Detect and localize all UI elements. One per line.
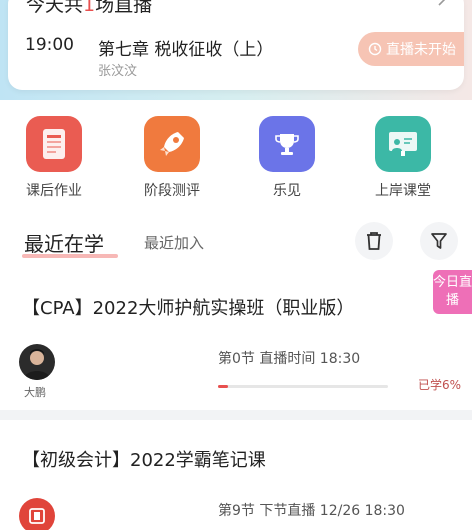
- delete-button[interactable]: [355, 222, 393, 260]
- trash-icon: [367, 232, 381, 250]
- shortcut-label: 乐见: [273, 183, 301, 199]
- course-title[interactable]: 【初级会计】2022学霸笔记课: [22, 446, 266, 472]
- classroom-board-icon: [375, 116, 431, 172]
- chevron-right-icon[interactable]: [436, 0, 448, 6]
- live-status-button[interactable]: 直播未开始: [358, 32, 464, 66]
- shortcut-lejian[interactable]: 乐见: [247, 116, 327, 200]
- clock-icon: [368, 42, 382, 56]
- course-logo-icon: [19, 498, 55, 530]
- course-tabs: 最近在学 最近加入: [0, 222, 472, 262]
- shortcut-grid: 课后作业 阶段测评 乐见 上岸课堂: [0, 116, 472, 206]
- live-count-header: 今天共1场直播: [26, 0, 152, 16]
- study-progress-label: 已学6%: [418, 378, 462, 392]
- live-title[interactable]: 第七章 税收征收（上）: [98, 35, 273, 60]
- filter-icon: [431, 233, 447, 249]
- tab-recent-study[interactable]: 最近在学: [24, 228, 104, 257]
- live-teacher: 张汶汶: [98, 64, 138, 79]
- shortcut-assessment[interactable]: 阶段测评: [132, 116, 212, 200]
- shortcut-label: 阶段测评: [144, 183, 200, 199]
- live-header-count: 1: [83, 0, 96, 16]
- shortcut-classroom[interactable]: 上岸课堂: [363, 116, 443, 200]
- filter-button[interactable]: [420, 222, 458, 260]
- avatar: [19, 344, 55, 380]
- trophy-icon: [259, 116, 315, 172]
- shortcut-label: 课后作业: [26, 183, 82, 199]
- rocket-icon: [144, 116, 200, 172]
- teacher-name: 大鹏: [24, 386, 46, 399]
- course-title[interactable]: 【CPA】2022大师护航实操班（职业版）: [22, 294, 354, 320]
- shortcut-label: 上岸课堂: [375, 183, 431, 199]
- study-progress-fill: [218, 385, 229, 388]
- homework-notebook-icon: [26, 116, 82, 172]
- course-card[interactable]: 【初级会计】2022学霸笔记课 第9节 下节直播 12/26 18:30: [0, 420, 472, 530]
- shortcut-homework[interactable]: 课后作业: [14, 116, 94, 200]
- main-panel: 课后作业 阶段测评 乐见 上岸课堂 最近在学 最近加入 【CPA】2022大师护…: [0, 100, 472, 410]
- study-progress-bar: [218, 385, 388, 388]
- tab-recently-added[interactable]: 最近加入: [144, 232, 204, 253]
- live-status-label: 直播未开始: [386, 42, 456, 58]
- live-header-prefix: 今天共: [26, 0, 84, 16]
- live-header-suffix: 场直播: [95, 0, 153, 16]
- live-schedule-card[interactable]: 今天共1场直播 19:00 第七章 税收征收（上） 张汶汶 直播未开始: [8, 0, 464, 90]
- live-time: 19:00: [25, 35, 74, 55]
- today-live-badge[interactable]: 今日直播: [433, 270, 472, 314]
- lesson-info: 第9节 下节直播 12/26 18:30: [218, 503, 405, 519]
- lesson-info: 第0节 直播时间 18:30: [218, 351, 361, 367]
